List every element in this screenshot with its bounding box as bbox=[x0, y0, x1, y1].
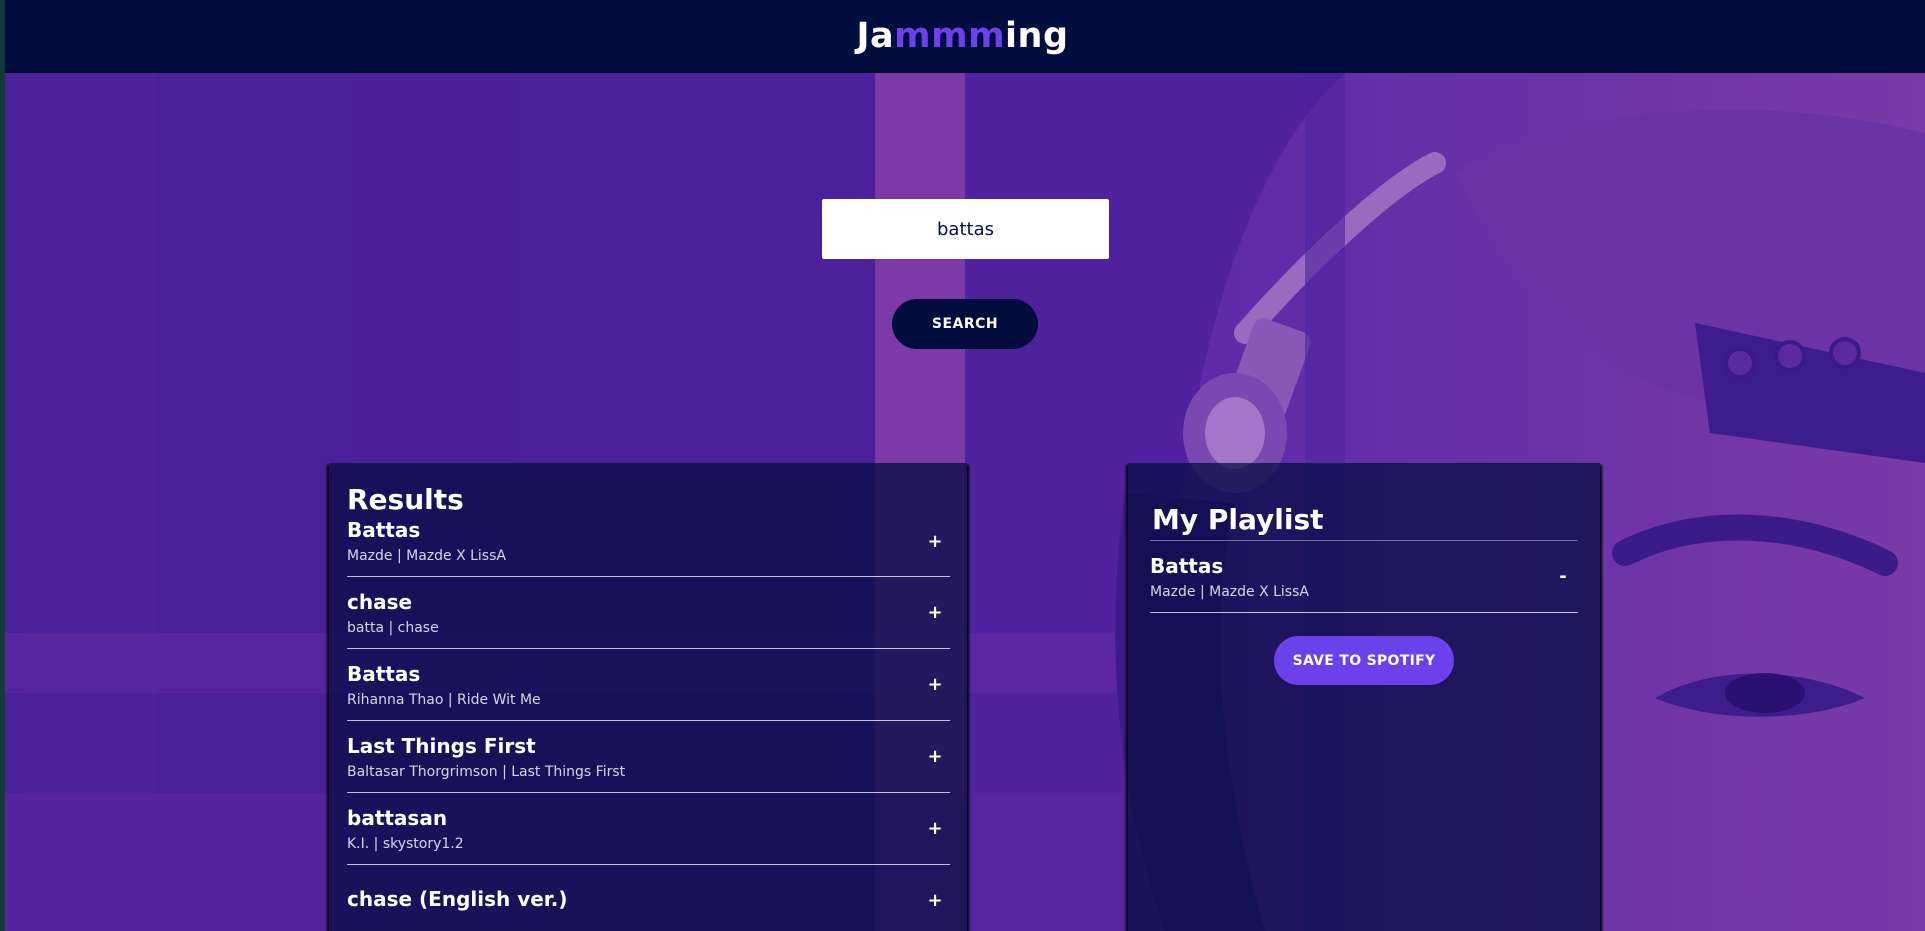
results-title: Results bbox=[347, 483, 464, 516]
plus-icon[interactable]: + bbox=[920, 531, 950, 552]
save-to-spotify-button[interactable]: SAVE TO SPOTIFY bbox=[1274, 636, 1454, 685]
playlist-track: Battas Mazde | Mazde X LissA - bbox=[1150, 541, 1578, 613]
track-name: chase (English ver.) bbox=[347, 886, 568, 911]
track-name: battasan bbox=[347, 805, 448, 830]
track-info: Battas Mazde | Mazde X LissA bbox=[347, 517, 920, 565]
track-artist-album: Baltasar Thorgrimson | Last Things First bbox=[347, 763, 626, 780]
track-artist-album: Mazde | Mazde X LissA bbox=[1150, 583, 1309, 600]
track-result: chase batta | chase + bbox=[347, 577, 950, 649]
track-name: Battas bbox=[347, 518, 421, 542]
minus-icon[interactable]: - bbox=[1548, 566, 1578, 587]
track-name: Last Things First bbox=[347, 733, 536, 758]
search-button[interactable]: SEARCH bbox=[892, 299, 1038, 349]
playlist-list: Battas Mazde | Mazde X LissA - bbox=[1150, 541, 1578, 613]
track-result: battasan K.I. | skystory1.2 + bbox=[347, 793, 950, 865]
plus-icon[interactable]: + bbox=[920, 890, 950, 911]
track-info: Battas Rihanna Thao | Ride Wit Me bbox=[347, 661, 920, 709]
track-result: Battas Mazde | Mazde X LissA + bbox=[347, 517, 950, 577]
track-artist-album: Rihanna Thao | Ride Wit Me bbox=[347, 691, 541, 708]
app-logo: Jammming bbox=[856, 16, 1068, 56]
track-result: chase (English ver.) + bbox=[347, 865, 950, 931]
track-info: chase (English ver.) bbox=[347, 886, 920, 916]
logo-accent: mmm bbox=[894, 15, 1006, 56]
playlist-panel: Battas Mazde | Mazde X LissA - SAVE TO S… bbox=[1128, 463, 1600, 931]
plus-icon[interactable]: + bbox=[920, 746, 950, 767]
plus-icon[interactable]: + bbox=[920, 674, 950, 695]
track-artist-album: batta | chase bbox=[347, 619, 439, 636]
plus-icon[interactable]: + bbox=[920, 602, 950, 623]
logo-prefix: Ja bbox=[856, 15, 895, 56]
app-page: Jammming battas SEARCH Results Battas Ma… bbox=[0, 0, 1925, 931]
track-info: Battas Mazde | Mazde X LissA bbox=[1150, 553, 1548, 601]
track-result: Battas Rihanna Thao | Ride Wit Me + bbox=[347, 649, 950, 721]
results-list: Battas Mazde | Mazde X LissA + chase bat… bbox=[347, 517, 950, 931]
search-input[interactable] bbox=[822, 199, 1109, 259]
logo-suffix: ing bbox=[1005, 15, 1069, 56]
playlist-name-input[interactable] bbox=[1150, 503, 1578, 541]
track-info: Last Things First Baltasar Thorgrimson |… bbox=[347, 733, 920, 781]
track-artist-album: K.I. | skystory1.2 bbox=[347, 835, 464, 852]
track-info: chase batta | chase bbox=[347, 589, 920, 637]
window-edge bbox=[0, 0, 5, 931]
track-name: chase bbox=[347, 589, 413, 614]
track-name: Battas bbox=[1150, 553, 1224, 578]
track-info: battasan K.I. | skystory1.2 bbox=[347, 805, 920, 853]
track-result: Last Things First Baltasar Thorgrimson |… bbox=[347, 721, 950, 793]
track-name: Battas bbox=[347, 661, 421, 686]
track-artist-album: Mazde | Mazde X LissA bbox=[347, 548, 506, 564]
plus-icon[interactable]: + bbox=[920, 818, 950, 839]
app-header: Jammming bbox=[0, 0, 1925, 73]
results-panel: Results Battas Mazde | Mazde X LissA + c… bbox=[329, 463, 967, 931]
